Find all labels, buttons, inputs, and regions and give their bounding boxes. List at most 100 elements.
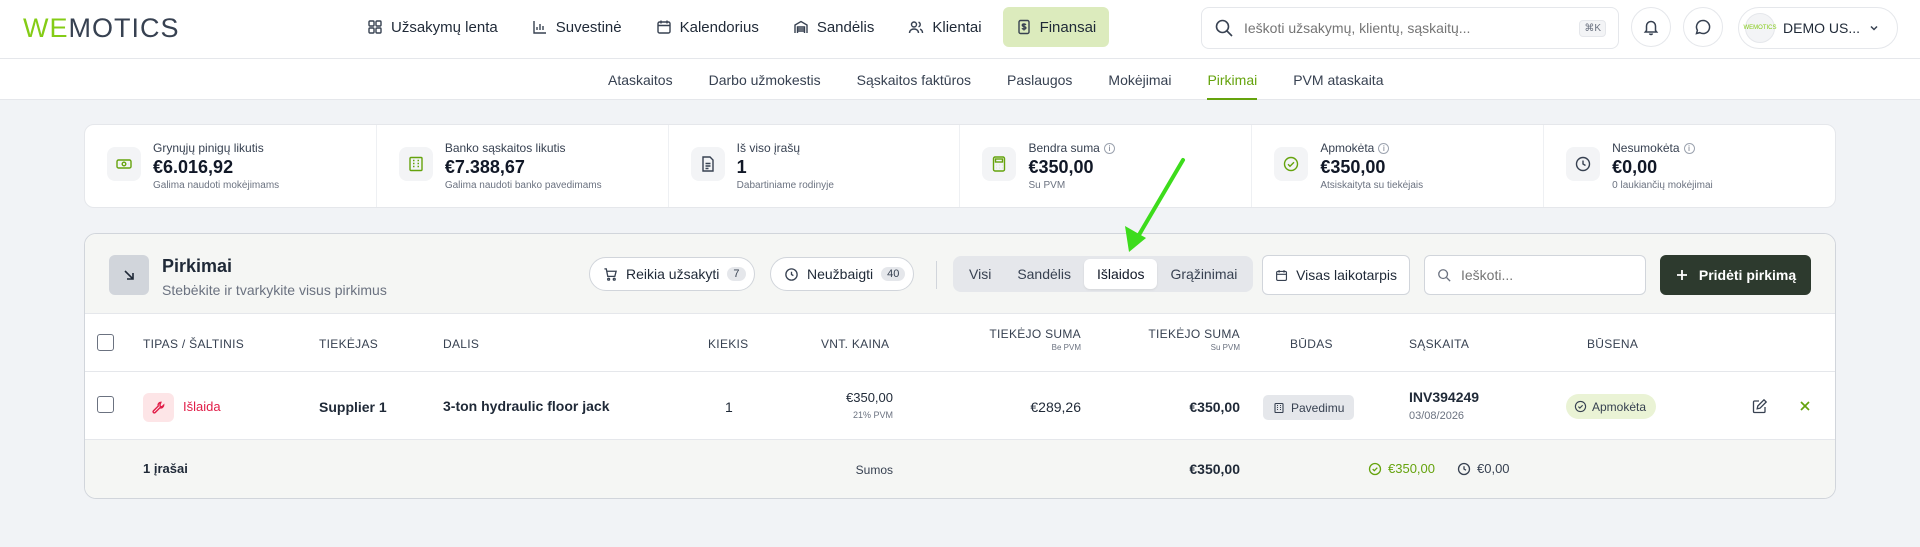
tab-services[interactable]: Paslaugos: [989, 59, 1090, 100]
nav-label: Sandėlis: [816, 18, 875, 36]
table-search[interactable]: [1424, 255, 1646, 295]
bar-chart-icon: [533, 21, 546, 34]
tab-vat-report[interactable]: PVM ataskaita: [1275, 59, 1401, 100]
col-supplier-sum-excl-sub: Be PVM: [1051, 343, 1081, 352]
stat-total-records: Iš viso įrašų 1 Dabartiniame rodinyje: [669, 125, 961, 207]
tab-payments[interactable]: Mokėjimai: [1090, 59, 1189, 100]
stat-label-text: Nesumokėta: [1612, 141, 1680, 155]
col-part: DALIS: [443, 337, 480, 351]
arrow-down-right-icon: [109, 255, 149, 295]
nav-item-clients[interactable]: Klientai: [895, 7, 994, 47]
stat-label: Grynųjų pinigų likutis: [153, 141, 264, 155]
row-sum-excl: €289,26: [1030, 399, 1081, 415]
row-checkbox[interactable]: [97, 396, 114, 413]
tab-payroll[interactable]: Darbo užmokestis: [691, 59, 839, 100]
nav-item-summary[interactable]: Suvestinė: [519, 7, 635, 47]
search-input[interactable]: [1244, 20, 1570, 36]
stat-subtext: Atsiskaityta su tiekėjais: [1320, 180, 1424, 191]
table-search-input[interactable]: [1461, 267, 1621, 283]
stat-subtext: 0 laukiančių mokėjimai: [1612, 180, 1713, 191]
chip-label: Reikia užsakyti: [626, 266, 720, 282]
needs-ordering-chip[interactable]: Reikia užsakyti 7: [589, 257, 755, 291]
nav-label: Kalendorius: [679, 18, 759, 36]
col-supplier-sum-excl-label: TIEKĖJO SUMA: [989, 327, 1081, 341]
bank-icon: [1274, 402, 1284, 413]
edit-icon[interactable]: [1751, 397, 1769, 415]
stat-subtext: Dabartiniame rodinyje: [736, 180, 834, 191]
divider: [936, 261, 937, 289]
col-method: BŪDAS: [1290, 337, 1333, 351]
tab-purchases[interactable]: Pirkimai: [1189, 59, 1275, 100]
nav-item-finance[interactable]: Finansai: [1002, 7, 1110, 47]
segment-returns[interactable]: Grąžinimai: [1157, 259, 1250, 289]
calendar-icon: [656, 20, 671, 34]
stat-bank-balance: Banko sąskaitos likutis €7.388,67 Galima…: [377, 125, 669, 207]
method-label: Pavedimu: [1291, 400, 1345, 415]
stat-value: €350,00: [1320, 157, 1386, 177]
period-label: Visas laikotarpis: [1296, 267, 1397, 283]
add-purchase-button[interactable]: Pridėti pirkimą: [1660, 255, 1811, 295]
wrench-icon: [143, 393, 174, 422]
nav-item-calendar[interactable]: Kalendorius: [643, 7, 772, 47]
finance-subnav: Ataskaitos Darbo užmokestis Sąskaitos fa…: [0, 59, 1920, 100]
bell-icon: [1643, 20, 1659, 36]
check-circle-icon: [1274, 147, 1309, 181]
record-count: 1 įrašai: [143, 461, 188, 476]
messages-button[interactable]: [1683, 7, 1723, 47]
nav-label: Užsakymų lenta: [391, 18, 498, 36]
period-filter-button[interactable]: Visas laikotarpis: [1262, 255, 1410, 295]
info-icon[interactable]: i: [1683, 142, 1695, 154]
table-footer: 1 įrašai Sumos €350,00 €350,00 €0,00: [85, 440, 1835, 498]
card-header: Pirkimai Stebėkite ir tvarkykite visus p…: [85, 234, 1835, 314]
chevron-down-icon: [1870, 25, 1878, 31]
calendar-icon: [1276, 269, 1288, 281]
chat-icon: [1695, 19, 1711, 35]
bank-icon: [398, 147, 433, 181]
info-icon[interactable]: i: [1103, 142, 1115, 154]
segment-expenses[interactable]: Išlaidos: [1084, 259, 1158, 289]
search-icon: [1215, 19, 1233, 37]
row-sum-incl: €350,00: [1189, 399, 1240, 415]
close-icon[interactable]: [1796, 397, 1814, 415]
col-qty: KIEKIS: [708, 337, 749, 351]
stat-unpaid: Nesumokėta i €0,00 0 laukiančių mokėjimai: [1544, 125, 1835, 207]
col-supplier-sum-incl-label: TIEKĖJO SUMA: [1148, 327, 1240, 341]
stat-value: €0,00: [1612, 157, 1658, 177]
footer-unpaid: €0,00: [1457, 461, 1510, 476]
user-menu[interactable]: WEMOTICS DEMO US...: [1738, 7, 1898, 49]
stat-label: Bendra suma i: [1028, 141, 1115, 155]
stat-subtext: Su PVM: [1028, 180, 1066, 191]
info-icon[interactable]: i: [1378, 142, 1390, 154]
purchases-card: Pirkimai Stebėkite ir tvarkykite visus p…: [84, 233, 1836, 499]
segment-all[interactable]: Visi: [956, 259, 1004, 289]
logo[interactable]: WEMOTICS: [23, 13, 180, 44]
stat-subtext: Galima naudoti mokėjimams: [153, 180, 280, 191]
select-all-checkbox[interactable]: [97, 334, 114, 351]
col-unit-price: VNT. KAINA: [821, 337, 890, 351]
segment-warehouse[interactable]: Sandėlis: [1004, 259, 1084, 289]
document-icon: [690, 147, 725, 181]
footer-paid: €350,00: [1368, 461, 1435, 476]
tab-invoices[interactable]: Sąskaitos faktūros: [839, 59, 989, 100]
users-icon: [909, 21, 924, 34]
footer-total: €350,00: [1189, 461, 1240, 477]
status-label: Apmokėta: [1592, 399, 1647, 414]
global-search[interactable]: ⌘K: [1201, 7, 1619, 49]
nav-label: Suvestinė: [555, 18, 622, 36]
nav-item-orders-board[interactable]: Užsakymų lenta: [354, 7, 511, 47]
notifications-button[interactable]: [1631, 7, 1671, 47]
search-icon: [1438, 269, 1451, 282]
table-header: TIPAS / ŠALTINIS TIEKĖJAS DALIS KIEKIS V…: [85, 314, 1835, 372]
footer-paid-value: €350,00: [1388, 461, 1435, 476]
table-row[interactable]: Išlaida Supplier 1 3-ton hydraulic floor…: [85, 372, 1835, 440]
method-badge: Pavedimu: [1263, 395, 1355, 420]
nav-item-warehouse[interactable]: Sandėlis: [780, 7, 888, 47]
nav-label: Klientai: [932, 18, 982, 36]
footer-unpaid-value: €0,00: [1477, 461, 1510, 476]
tab-reports[interactable]: Ataskaitos: [590, 59, 691, 100]
unfinished-chip[interactable]: Neužbaigti 40: [770, 257, 915, 291]
finance-icon: [1017, 19, 1030, 35]
row-invoice[interactable]: INV394249: [1409, 389, 1479, 405]
type-filter-segment: Visi Sandėlis Išlaidos Grąžinimai: [953, 256, 1254, 292]
stat-value: 1: [736, 157, 747, 177]
